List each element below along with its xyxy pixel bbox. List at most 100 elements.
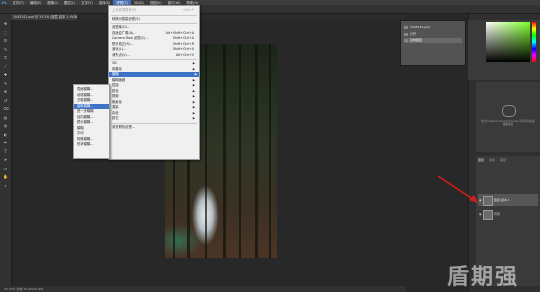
menu-shortcut: Shift+Ctrl+R [172,41,194,46]
filter-menu: 上次滤镜操作(F) Ctrl+F 转换为智能滤镜(S) 滤镜库(G)... 自适应广角(… [108,5,200,160]
pen-icon[interactable]: ✒ [3,141,8,145]
marquee-icon[interactable]: ⬚ [3,30,8,35]
filter-menu-item[interactable]: 视频 ▶ [112,94,197,99]
brush-icon[interactable]: ✎ [3,81,8,86]
filter-menu-item[interactable]: 3D ▶ [112,61,197,66]
filter-menu-item[interactable]: 转换为智能滤镜(S) [112,17,197,22]
submenu-arrow-icon: ▶ [192,105,195,109]
dodge-icon[interactable]: ◐ [3,132,8,137]
submenu-arrow-icon: ▶ [194,72,197,76]
shape-icon[interactable]: ▭ [3,166,8,171]
filter-menu-item[interactable]: 像素化 ▶ [112,100,197,105]
blur-submenu-item[interactable]: 动感模糊... [77,93,107,98]
blur-tool-icon[interactable]: ◍ [3,124,8,128]
tab-layers[interactable]: 图层 [478,158,484,162]
cloud-icon [502,105,516,117]
submenu-arrow-icon: ▶ [192,110,195,115]
menu-shortcut: Shift+Ctrl+X [172,47,194,51]
blur-submenu-item[interactable]: 形状模糊... [77,142,107,147]
path-select-icon[interactable]: ➤ [3,158,8,162]
filter-menu-item[interactable]: 杂色 ▶ [112,111,197,116]
submenu-arrow-icon: ▶ [192,94,195,98]
filter-menu-item[interactable]: 锐化 ▶ [112,89,197,94]
filter-menu-item[interactable]: 液化(L)... Shift+Ctrl+X [112,47,197,52]
filter-menu-item[interactable]: 消失点(V)... Alt+Ctrl+V [112,53,197,58]
history-step-icon [404,33,408,36]
submenu-arrow-icon: ▶ [192,66,195,71]
move-icon[interactable]: ✥ [3,22,8,26]
history-step-icon [404,39,408,42]
menu-shortcut: Alt+Ctrl+V [175,52,194,57]
blur-submenu-item[interactable]: 镜头模糊... [77,120,107,125]
filter-menu-item[interactable]: 模糊画廊 ▶ [112,78,197,83]
eye-icon[interactable]: ◉ [479,212,482,216]
menu-3d[interactable]: 3D(D) [131,1,147,5]
filter-menu-item[interactable]: 上次滤镜操作(F) Ctrl+F [112,8,197,13]
tab-paths[interactable]: 路径 [500,158,506,162]
more-info-link[interactable]: 更多信息 [480,123,536,126]
blur-submenu-item[interactable]: 模糊 [77,126,107,131]
healing-icon[interactable]: ✚ [3,73,8,77]
filter-menu-item[interactable]: 镜头校正(R)... Shift+Ctrl+R [112,42,197,47]
gradient-icon[interactable]: ▤ [3,115,8,120]
menu-separator [111,23,197,24]
blur-submenu-item[interactable]: 平均 [77,131,107,136]
history-step-open[interactable]: 打开 [404,32,462,37]
color-picker-field[interactable] [486,22,530,62]
layer-thumbnail [483,196,493,206]
type-icon[interactable]: T [3,149,8,154]
filter-menu-item[interactable]: 风格化 ▶ [112,67,197,72]
panel-icon-strip [468,20,476,80]
submenu-arrow-icon: ▶ [192,61,195,65]
eyedropper-icon[interactable]: ⁄ [3,64,8,69]
libraries-panel [476,82,540,152]
eraser-icon[interactable]: ⌫ [3,107,9,111]
menu-separator [111,14,197,16]
quick-select-icon[interactable]: ✎ [3,47,8,52]
layer-row-background[interactable]: ◉ 背景 [478,208,538,220]
menu-shortcut: Ctrl+F [183,8,194,12]
watermark: 盾期强 [447,265,520,290]
history-brush-icon[interactable]: ↺ [3,98,8,103]
filter-menu-item[interactable]: 浏览联机滤镜... [112,125,197,130]
blur-submenu-item[interactable]: 表面模糊... [77,87,107,92]
blur-submenu: 表面模糊... 动感模糊... 方框模糊... 高斯模糊... 进一步模糊 径向模糊...… [73,84,110,159]
history-step-duplicate[interactable]: 复制图层 [404,38,462,43]
options-bar [0,5,540,14]
blur-submenu-item[interactable]: 进一步模糊 [77,109,107,114]
annotation-arrow [437,175,478,203]
filter-menu-item[interactable]: 自适应广角(A)... Alt+Shift+Ctrl+A [112,31,197,36]
crop-icon[interactable]: ⌗ [3,56,8,60]
menu-separator [111,59,197,60]
zoom-icon[interactable]: ⌕ [3,183,8,188]
submenu-arrow-icon: ▶ [192,77,195,82]
layer-row-copy[interactable]: ◉ 图层 副本 1 [478,194,538,206]
stamp-icon[interactable]: ⎈ [3,90,8,94]
history-snapshot[interactable]: 1045141.psd [404,25,462,30]
submenu-arrow-icon: ▶ [192,116,195,120]
tab-channels[interactable]: 通道 [489,158,495,162]
photoshop-logo-icon: Ps [2,0,7,5]
submenu-arrow-icon: ▶ [192,99,195,104]
filter-menu-item[interactable]: 滤镜库(G)... [112,25,197,30]
hand-icon[interactable]: ✋ [3,175,8,179]
menu-shortcut: Alt+Shift+Ctrl+A [165,30,194,35]
blur-submenu-item[interactable]: 方框模糊... [77,98,107,103]
history-panel: 1045141.psd 打开 复制图层 [400,20,466,66]
menu-shortcut: Shift+Ctrl+A [172,36,194,40]
libraries-message: 使用 Creative Cloud Libraries 同步您的资源 更多信息 [480,120,536,127]
blur-submenu-item[interactable]: 高斯模糊... [74,103,109,109]
filter-menu-item[interactable]: Camera Raw 滤镜(C)... Shift+Ctrl+A [112,36,197,41]
filter-menu-item[interactable]: 模糊 ▶ [109,72,199,77]
hue-slider[interactable] [532,22,536,62]
filter-menu-item[interactable]: 其它 ▶ [112,116,197,121]
filter-menu-item[interactable]: 渲染 ▶ [112,105,197,110]
blur-submenu-item[interactable]: 径向模糊... [77,115,107,120]
filter-menu-item[interactable]: 扭曲 ▶ [112,83,197,88]
submenu-arrow-icon: ▶ [192,83,195,87]
submenu-arrow-icon: ▶ [192,88,195,93]
lasso-icon[interactable]: ᘏ [3,39,8,43]
menu-separator [111,122,197,124]
status-bar: 33.33% 文档:15.2M/30.4M [0,286,406,292]
blur-submenu-item[interactable]: 特殊模糊... [77,137,107,142]
